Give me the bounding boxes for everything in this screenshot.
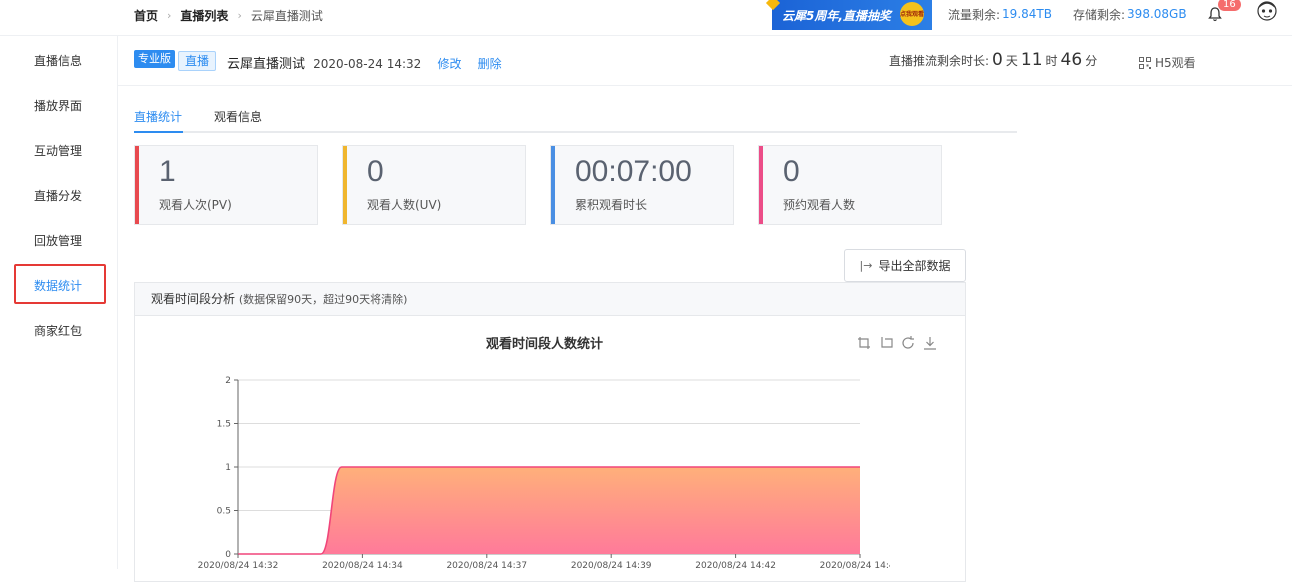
- promo-banner[interactable]: 云犀5周年,直播抽奖 点我观看: [765, 0, 932, 30]
- panel-header: 观看时间段分析 (数据保留90天，超过90天将清除): [135, 283, 965, 316]
- chevron-right-icon: ›: [167, 8, 172, 22]
- area-chart: 00.511.52 2020/08/24 14:32 2020/08/24 14:…: [198, 376, 890, 569]
- breadcrumb-current: 云犀直播测试: [250, 8, 323, 23]
- y-tick-label: 1: [225, 463, 231, 473]
- stat-label: 观看人次(PV): [159, 198, 232, 212]
- stat-tabs: 直播统计 观看信息: [134, 108, 1017, 133]
- hours-unit: 时: [1045, 54, 1058, 68]
- stat-value: 0: [783, 155, 800, 188]
- breadcrumb-home[interactable]: 首页: [134, 7, 158, 24]
- y-tick-label: 2: [225, 376, 231, 386]
- h5-watch-label: H5观看: [1155, 56, 1196, 70]
- y-tick-label: 1.5: [217, 420, 231, 430]
- sidebar-item-live-info[interactable]: 直播信息: [0, 51, 118, 71]
- chevron-right-icon: ›: [237, 8, 242, 22]
- edit-link[interactable]: 修改: [437, 57, 461, 71]
- y-tick-label: 0.5: [217, 507, 231, 517]
- stat-value: 0: [367, 155, 384, 188]
- sidebar-item-interaction[interactable]: 互动管理: [0, 141, 118, 161]
- avatar[interactable]: [1255, 0, 1279, 26]
- chart-title: 观看时间段人数统计: [486, 337, 604, 352]
- stat-value: 00:07:00: [575, 155, 692, 188]
- tab-live-stats[interactable]: 直播统计: [134, 108, 182, 125]
- sidebar-item-red-packet[interactable]: 商家红包: [0, 321, 118, 341]
- x-axis: 2020/08/24 14:32 2020/08/24 14:34 2020/08/…: [198, 554, 890, 569]
- x-tick-label: 2020/08/24 14:44: [820, 561, 890, 569]
- sidebar-item-replay[interactable]: 回放管理: [0, 231, 118, 251]
- export-icon: |→: [859, 259, 873, 272]
- storage-label: 存储剩余:: [1073, 7, 1126, 22]
- remain-minutes: 46: [1060, 50, 1083, 70]
- active-highlight-box: [14, 264, 106, 304]
- x-tick-label: 2020/08/24 14:39: [571, 561, 652, 569]
- stat-card-accent: [759, 146, 763, 224]
- days-unit: 天: [1005, 54, 1018, 68]
- storage-value: 398.08GB: [1127, 7, 1187, 21]
- remain-label: 直播推流剩余时长:: [889, 54, 990, 68]
- ribbon-icon: [765, 0, 781, 11]
- series-area: [320, 467, 860, 554]
- export-all-button[interactable]: |→ 导出全部数据: [844, 249, 966, 282]
- breadcrumb-list[interactable]: 直播列表: [180, 7, 228, 24]
- refresh-icon[interactable]: [900, 335, 916, 351]
- sidebar-item-player[interactable]: 播放界面: [0, 96, 118, 116]
- storage-quota: 存储剩余: 398.08GB: [1073, 0, 1187, 28]
- stat-card-accent: [343, 146, 347, 224]
- tab-active-indicator: [134, 131, 183, 133]
- h5-watch-button[interactable]: H5观看: [1139, 54, 1196, 71]
- push-remaining: 直播推流剩余时长: 0 天 11 时 46 分: [889, 50, 1097, 70]
- traffic-label: 流量剩余:: [948, 7, 1001, 22]
- panel-title: 观看时间段分析: [151, 292, 236, 306]
- stat-card-reservations: 0 预约观看人数: [758, 145, 942, 225]
- x-tick-label: 2020/08/24 14:37: [446, 561, 527, 569]
- panel-note: (数据保留90天，超过90天将清除): [238, 293, 408, 306]
- breadcrumb: 首页 › 直播列表 › 云犀直播测试: [134, 0, 323, 30]
- stat-card-duration: 00:07:00 累积观看时长: [550, 145, 734, 225]
- download-icon[interactable]: [922, 335, 938, 351]
- stat-card-pv: 1 观看人次(PV): [134, 145, 318, 225]
- chart-toolbox: [856, 335, 938, 351]
- zoom-reset-icon[interactable]: [878, 335, 894, 351]
- stat-card-accent: [551, 146, 555, 224]
- x-tick-label: 2020/08/24 14:34: [322, 561, 403, 569]
- stat-card-uv: 0 观看人数(UV): [342, 145, 526, 225]
- remain-hours: 11: [1020, 50, 1043, 70]
- export-label: 导出全部数据: [878, 259, 951, 273]
- y-tick-label: 0: [225, 550, 231, 560]
- live-date: 2020-08-24 14:32: [313, 57, 422, 71]
- tab-watch-info[interactable]: 观看信息: [214, 108, 262, 125]
- stat-value: 1: [159, 155, 176, 188]
- delete-link[interactable]: 删除: [478, 57, 502, 71]
- live-tag: 直播: [178, 51, 217, 71]
- notification-badge: 16: [1218, 0, 1241, 11]
- x-tick-label: 2020/08/24 14:42: [695, 561, 776, 569]
- traffic-quota: 流量剩余: 19.84TB: [948, 0, 1052, 28]
- traffic-value: 19.84TB: [1002, 7, 1052, 21]
- promo-badge: 点我观看: [900, 2, 924, 26]
- stat-label: 预约观看人数: [783, 198, 856, 212]
- live-title-text: 云犀直播测试: [227, 57, 306, 72]
- sidebar-item-distribution[interactable]: 直播分发: [0, 186, 118, 206]
- y-axis: 0 0.5 1 1.5 2: [217, 376, 239, 560]
- qrcode-icon: [1139, 56, 1151, 69]
- stat-card-accent: [135, 146, 139, 224]
- promo-banner-text: 云犀5周年,直播抽奖: [782, 8, 891, 23]
- remain-days: 0: [992, 50, 1003, 70]
- pro-tag: 专业版: [134, 50, 175, 68]
- live-title: 云犀直播测试 2020-08-24 14:32 修改 删除: [227, 53, 502, 72]
- stat-label: 观看人数(UV): [367, 198, 442, 212]
- zoom-icon[interactable]: [856, 335, 872, 351]
- x-tick-label: 2020/08/24 14:32: [198, 561, 279, 569]
- stat-label: 累积观看时长: [575, 198, 648, 212]
- minutes-unit: 分: [1085, 54, 1098, 68]
- top-bar: 首页 › 直播列表 › 云犀直播测试 云犀5周年,直播抽奖 点我观看 流量剩余:…: [0, 0, 1292, 36]
